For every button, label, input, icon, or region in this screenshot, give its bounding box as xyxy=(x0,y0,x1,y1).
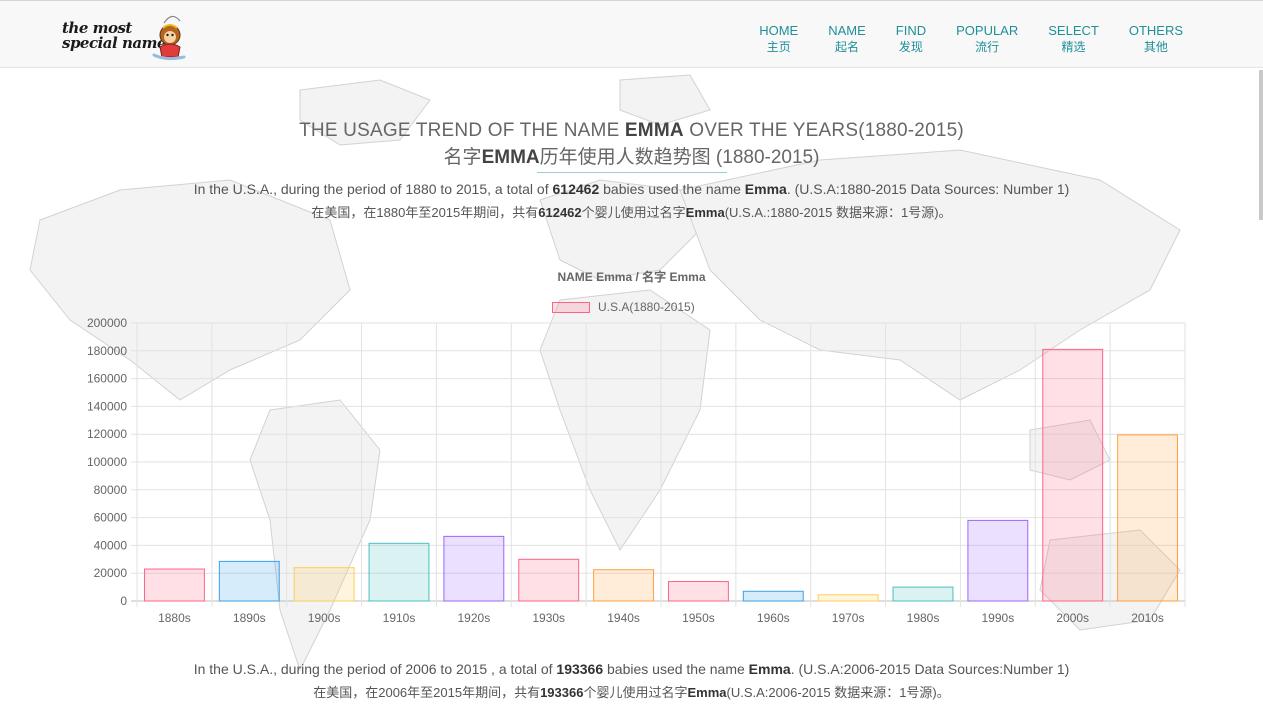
summary-recent-zh: 在美国，在2006年至2015年期间，共有193366个婴儿使用过名字Emma(… xyxy=(313,685,950,700)
y-tick-label: 40000 xyxy=(94,538,128,552)
bar[interactable] xyxy=(593,569,655,602)
bar[interactable] xyxy=(742,590,804,602)
y-tick-label: 180000 xyxy=(87,344,127,358)
bar-chart: 0 20000 40000 60000 80000 100000 120000 140000 1… xyxy=(87,316,1186,625)
x-tick-label: 1880s xyxy=(158,611,191,625)
x-tick-label: 1960s xyxy=(757,611,790,625)
bar[interactable] xyxy=(892,586,954,602)
x-tick-label: 1950s xyxy=(682,611,715,625)
x-tick-label: 2010s xyxy=(1131,611,1164,625)
y-tick-label: 80000 xyxy=(94,483,128,497)
bar[interactable] xyxy=(1117,434,1179,602)
x-tick-label: 1940s xyxy=(607,611,640,625)
x-tick-label: 1980s xyxy=(907,611,940,625)
x-tick-label: 1990s xyxy=(982,611,1015,625)
bar[interactable] xyxy=(218,560,280,602)
bar[interactable] xyxy=(368,542,430,602)
y-tick-label: 20000 xyxy=(94,566,128,580)
bar[interactable] xyxy=(817,594,879,602)
summary-recent-en: In the U.S.A., during the period of 2006… xyxy=(193,661,1070,677)
y-tick-label: 200000 xyxy=(87,316,127,330)
x-tick-label: 1930s xyxy=(532,611,565,625)
x-tick-label: 1910s xyxy=(383,611,416,625)
bar[interactable] xyxy=(667,581,729,602)
y-tick-label: 140000 xyxy=(87,399,127,413)
x-tick-label: 2000s xyxy=(1056,611,1089,625)
y-tick-label: 100000 xyxy=(87,455,127,469)
y-tick-label: 160000 xyxy=(87,372,127,386)
bar[interactable] xyxy=(143,568,205,602)
y-tick-label: 120000 xyxy=(87,427,127,441)
bar[interactable] xyxy=(1042,348,1104,602)
bar[interactable] xyxy=(518,558,580,602)
x-tick-label: 1890s xyxy=(233,611,266,625)
x-tick-label: 1920s xyxy=(458,611,491,625)
bar[interactable] xyxy=(443,535,505,602)
bar[interactable] xyxy=(967,519,1029,602)
x-tick-label: 1900s xyxy=(308,611,341,625)
y-tick-label: 0 xyxy=(120,594,127,608)
bar[interactable] xyxy=(293,567,355,602)
y-tick-label: 60000 xyxy=(94,511,128,525)
x-tick-label: 1970s xyxy=(832,611,865,625)
